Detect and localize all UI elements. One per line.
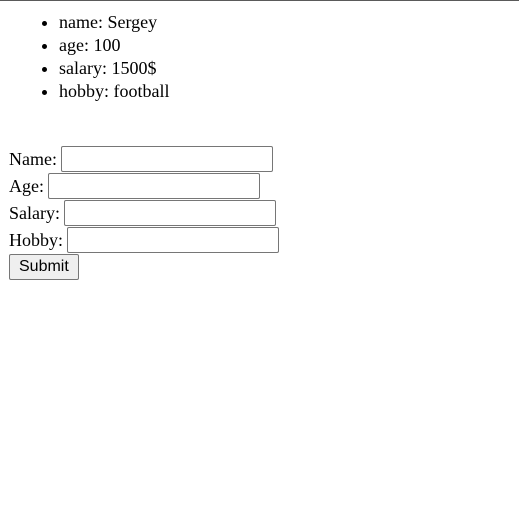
item-value: 1500$ xyxy=(111,58,157,78)
list-item: hobby: football xyxy=(59,80,170,103)
submit-button[interactable]: Submit xyxy=(9,253,79,280)
salary-label: Salary: xyxy=(9,202,60,223)
profile-form: Name: Age: Salary: Hobby: Submit xyxy=(9,145,279,280)
name-row: Name: xyxy=(9,145,279,172)
list-item: name: Sergey xyxy=(59,11,170,34)
item-value: Sergey xyxy=(107,12,158,32)
list-item: salary: 1500$ xyxy=(59,57,170,80)
salary-input[interactable] xyxy=(64,199,276,226)
item-key: name xyxy=(59,12,98,32)
top-divider xyxy=(0,0,519,1)
hobby-input[interactable] xyxy=(67,226,279,253)
profile-list: name: Sergey age: 100 salary: 1500$ hobb… xyxy=(0,11,170,103)
item-key: salary xyxy=(59,58,102,78)
name-label: Name: xyxy=(9,148,57,169)
name-input[interactable] xyxy=(60,145,273,172)
submit-row: Submit xyxy=(9,253,279,280)
age-row: Age: xyxy=(9,172,279,199)
age-label: Age: xyxy=(9,175,44,196)
item-key: hobby xyxy=(59,81,104,101)
item-value: football xyxy=(113,81,170,101)
hobby-label: Hobby: xyxy=(9,229,63,250)
item-key: age xyxy=(59,35,84,55)
age-input[interactable] xyxy=(48,172,260,199)
item-value: 100 xyxy=(93,35,121,55)
list-item: age: 100 xyxy=(59,34,170,57)
salary-row: Salary: xyxy=(9,199,279,226)
hobby-row: Hobby: xyxy=(9,226,279,253)
